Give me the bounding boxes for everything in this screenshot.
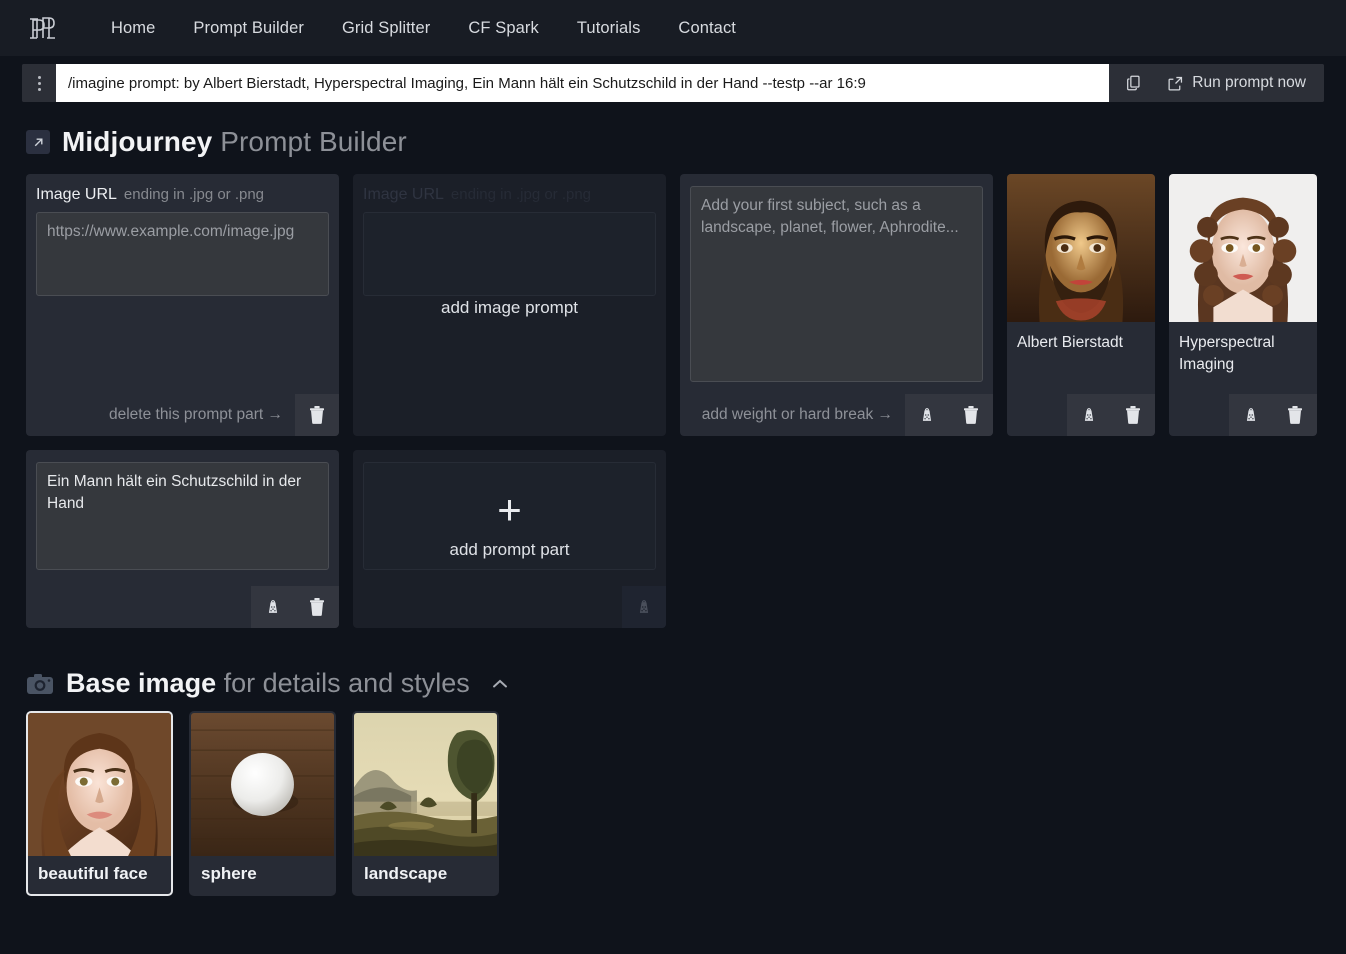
trash-icon[interactable] bbox=[295, 394, 339, 436]
pm-monogram-logo-icon[interactable] bbox=[22, 7, 64, 49]
add-prompt-part-input-ghost[interactable] bbox=[363, 462, 656, 570]
card-footer bbox=[1169, 394, 1317, 436]
trash-icon[interactable] bbox=[1111, 394, 1155, 436]
trash-icon[interactable] bbox=[295, 586, 339, 628]
card-footer-buttons bbox=[1229, 394, 1317, 436]
image-card-caption: Hyperspectral Imaging bbox=[1179, 334, 1275, 374]
card-footer bbox=[1007, 394, 1155, 436]
subject-input[interactable] bbox=[690, 186, 983, 382]
weight-icon[interactable] bbox=[1067, 394, 1111, 436]
base-image-title-dim: for details and styles bbox=[223, 668, 470, 698]
nav-item-cf-spark[interactable]: CF Spark bbox=[449, 13, 557, 44]
prompt-bar: Run prompt now bbox=[22, 64, 1324, 102]
portrait-curly-haired-woman-thumbnail bbox=[1169, 174, 1317, 322]
prompt-part-card-image-albert-bierstadt[interactable]: Albert Bierstadt bbox=[1007, 174, 1155, 436]
base-image-title-strong: Base image bbox=[66, 668, 217, 698]
weight-icon[interactable] bbox=[905, 394, 949, 436]
painted-landscape-thumbnail bbox=[354, 713, 497, 856]
base-image-title: Base image for details and styles bbox=[66, 668, 470, 699]
prompt-part-card-text[interactable] bbox=[26, 450, 339, 628]
trash-icon[interactable] bbox=[1273, 394, 1317, 436]
card-footer-buttons bbox=[295, 394, 339, 436]
prompt-bar-actions: Run prompt now bbox=[1109, 64, 1324, 102]
card-header-hint: ending in .jpg or .png bbox=[123, 186, 265, 203]
nav-item-contact[interactable]: Contact bbox=[659, 13, 755, 44]
card-footer bbox=[353, 394, 666, 436]
base-image-card-label: sphere bbox=[201, 864, 257, 883]
weight-icon[interactable] bbox=[251, 586, 295, 628]
page-title-text: Midjourney Prompt Builder bbox=[62, 126, 407, 158]
base-image-card-label: beautiful face bbox=[38, 864, 148, 883]
page-title: Midjourney Prompt Builder bbox=[0, 112, 1346, 174]
white-sphere-on-wood-thumbnail bbox=[191, 713, 334, 856]
card-footer-buttons bbox=[905, 394, 993, 436]
prompt-part-card-subject[interactable]: add weight or hard break → bbox=[680, 174, 993, 436]
portrait-bearded-man-thumbnail bbox=[1007, 174, 1155, 322]
nav-item-home[interactable]: Home bbox=[92, 13, 174, 44]
card-body bbox=[26, 204, 339, 394]
base-image-card-sphere[interactable]: sphere bbox=[189, 711, 336, 896]
image-url-input-ghost[interactable] bbox=[363, 212, 656, 296]
image-url-input[interactable] bbox=[36, 212, 329, 296]
nav-item-grid-splitter[interactable]: Grid Splitter bbox=[323, 13, 449, 44]
base-image-section-header: Base image for details and styles bbox=[0, 628, 1346, 711]
page-title-dim: Prompt Builder bbox=[220, 126, 407, 157]
copy-icon[interactable] bbox=[1119, 71, 1149, 95]
prompt-part-card-image-url[interactable]: Image URL ending in .jpg or .png delete … bbox=[26, 174, 339, 436]
card-footer bbox=[353, 586, 666, 628]
weight-icon[interactable] bbox=[622, 586, 666, 628]
base-image-card-label: landscape bbox=[364, 864, 448, 883]
delete-prompt-part-label[interactable]: delete this prompt part → bbox=[109, 406, 295, 424]
prompt-input[interactable] bbox=[56, 64, 1110, 102]
weight-icon[interactable] bbox=[1229, 394, 1273, 436]
prompt-parts-grid: Image URL ending in .jpg or .png delete … bbox=[0, 174, 1346, 628]
card-footer: add weight or hard break → bbox=[680, 394, 993, 436]
card-header-label: Image URL bbox=[363, 186, 444, 203]
main-nav: Home Prompt Builder Grid Splitter CF Spa… bbox=[92, 13, 755, 44]
prompt-text-input[interactable] bbox=[36, 462, 329, 570]
base-image-card-beautiful-face[interactable]: beautiful face bbox=[26, 711, 173, 896]
drag-handle-icon[interactable] bbox=[22, 64, 56, 102]
nav-item-tutorials[interactable]: Tutorials bbox=[558, 13, 660, 44]
top-navigation-bar: Home Prompt Builder Grid Splitter CF Spa… bbox=[0, 0, 1346, 56]
base-image-card-landscape[interactable]: landscape bbox=[352, 711, 499, 896]
page-title-strong: Midjourney bbox=[62, 126, 213, 157]
image-card-caption: Albert Bierstadt bbox=[1017, 334, 1123, 351]
run-prompt-label: Run prompt now bbox=[1192, 74, 1306, 91]
card-footer-buttons bbox=[1067, 394, 1155, 436]
add-weight-or-hard-break-label[interactable]: add weight or hard break → bbox=[702, 406, 905, 424]
card-body bbox=[26, 450, 339, 586]
external-link-badge-icon[interactable] bbox=[26, 130, 50, 154]
prompt-part-card-add-image-prompt[interactable]: Image URL ending in .jpg or .png add ima… bbox=[353, 174, 666, 436]
run-prompt-button[interactable]: Run prompt now bbox=[1163, 71, 1310, 95]
camera-icon bbox=[26, 672, 54, 696]
prompt-part-card-image-hyperspectral-imaging[interactable]: Hyperspectral Imaging bbox=[1169, 174, 1317, 436]
card-body bbox=[353, 204, 666, 394]
card-body bbox=[680, 174, 993, 394]
chevron-up-icon[interactable] bbox=[492, 679, 508, 689]
card-footer bbox=[26, 586, 339, 628]
base-image-grid: beautiful face sphere landscape bbox=[0, 711, 1346, 896]
trash-icon[interactable] bbox=[949, 394, 993, 436]
card-header-label: Image URL bbox=[36, 186, 117, 203]
prompt-bar-region: Run prompt now bbox=[0, 56, 1346, 112]
card-footer-buttons bbox=[622, 586, 666, 628]
card-footer-buttons bbox=[251, 586, 339, 628]
card-header-hint: ending in .jpg or .png bbox=[450, 186, 592, 203]
woman-portrait-thumbnail bbox=[28, 713, 171, 856]
card-footer: delete this prompt part → bbox=[26, 394, 339, 436]
card-header: Image URL ending in .jpg or .png bbox=[353, 174, 666, 204]
external-link-icon bbox=[1167, 75, 1184, 92]
add-prompt-part-card[interactable]: + add prompt part bbox=[353, 450, 666, 628]
card-header: Image URL ending in .jpg or .png bbox=[26, 174, 339, 204]
card-body bbox=[353, 450, 666, 586]
nav-item-prompt-builder[interactable]: Prompt Builder bbox=[174, 13, 323, 44]
